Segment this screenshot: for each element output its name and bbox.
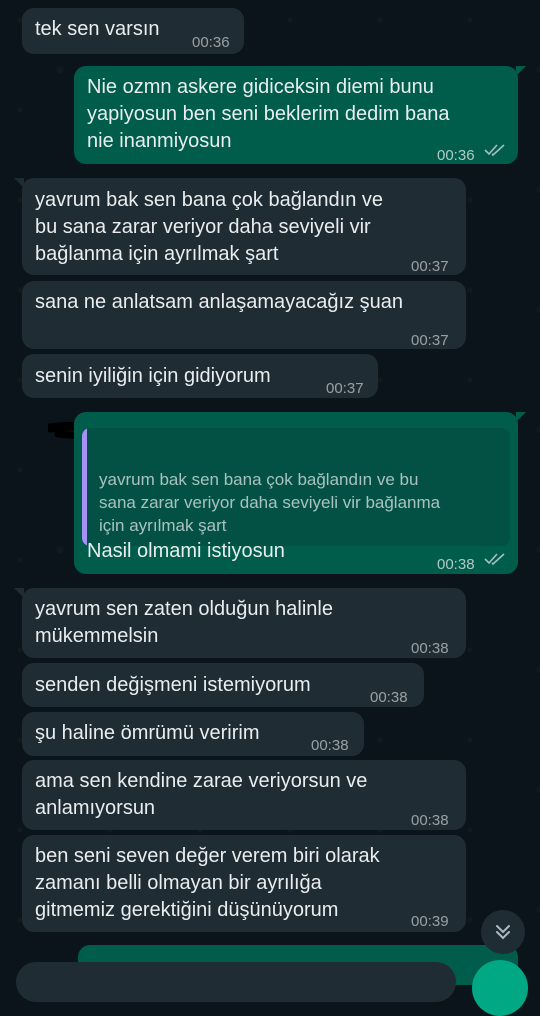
double-check-icon — [484, 553, 505, 566]
quoted-text: yavrum bak sen bana çok bağlandın ve bu … — [99, 470, 441, 535]
message-time: 00:36 — [437, 147, 475, 164]
message-incoming[interactable]: şu haline ömrümü veririm 00:38 — [22, 712, 364, 756]
message-time: 00:38 — [411, 640, 449, 657]
message-time: 00:36 — [192, 34, 230, 51]
message-text: senden değişmeni istemiyorum — [35, 674, 311, 696]
message-text: Nasil olmami istiyosun — [87, 540, 285, 562]
message-time: 00:39 — [411, 913, 449, 930]
message-text: ama sen kendine zarae veriyorsun ve anla… — [35, 770, 368, 819]
mic-button[interactable] — [472, 960, 528, 1016]
message-text: sana ne anlatsam anlaşamayacağız şuan — [35, 291, 404, 313]
message-incoming[interactable]: yavrum sen zaten olduğun halinle mükemme… — [14, 588, 466, 658]
message-text: yavrum sen zaten olduğun halinle mükemme… — [35, 598, 333, 647]
message-time: 00:38 — [370, 689, 408, 706]
message-incoming[interactable]: senin iyiliğin için gidiyorum 00:37 — [22, 354, 378, 398]
message-text: ben seni seven değer verem biri olarak z… — [35, 845, 380, 921]
message-outgoing-reply[interactable]: yavrum bak sen bana çok bağlandın ve bu … — [74, 412, 526, 574]
quoted-message[interactable]: yavrum bak sen bana çok bağlandın ve bu … — [82, 428, 510, 546]
message-text: yavrum bak sen bana çok bağlandın ve bu … — [35, 189, 383, 265]
message-text: şu haline ömrümü veririm — [35, 722, 260, 744]
message-incoming[interactable]: tek sen varsın 00:36 — [22, 8, 244, 54]
message-time: 00:37 — [411, 258, 449, 275]
message-incoming[interactable]: sana ne anlatsam anlaşamayacağız şuan 00… — [22, 281, 466, 349]
quote-bar — [82, 428, 87, 546]
message-time: 00:37 — [411, 332, 449, 349]
scroll-to-bottom-button[interactable] — [481, 910, 525, 954]
message-time: 00:37 — [326, 380, 364, 397]
double-chevron-down-icon — [496, 925, 510, 940]
message-incoming[interactable]: yavrum bak sen bana çok bağlandın ve bu … — [14, 178, 466, 275]
message-input[interactable] — [16, 962, 456, 1002]
chat-area[interactable]: tek sen varsın 00:36 Nie ozmn askere gid… — [0, 0, 540, 1016]
double-check-icon — [484, 144, 505, 157]
message-text: senin iyiliğin için gidiyorum — [35, 365, 271, 387]
message-text: tek sen varsın — [35, 18, 160, 40]
message-text: Nie ozmn askere gidiceksin diemi bunu ya… — [87, 76, 450, 152]
message-time: 00:38 — [411, 812, 449, 829]
message-time: 00:38 — [311, 737, 349, 754]
message-outgoing[interactable]: Nie ozmn askere gidiceksin diemi bunu ya… — [74, 66, 526, 164]
message-incoming[interactable]: ama sen kendine zarae veriyorsun ve anla… — [22, 760, 466, 830]
message-time: 00:38 — [437, 556, 475, 573]
message-incoming[interactable]: senden değişmeni istemiyorum 00:38 — [22, 663, 424, 707]
message-incoming[interactable]: ben seni seven değer verem biri olarak z… — [22, 835, 466, 932]
